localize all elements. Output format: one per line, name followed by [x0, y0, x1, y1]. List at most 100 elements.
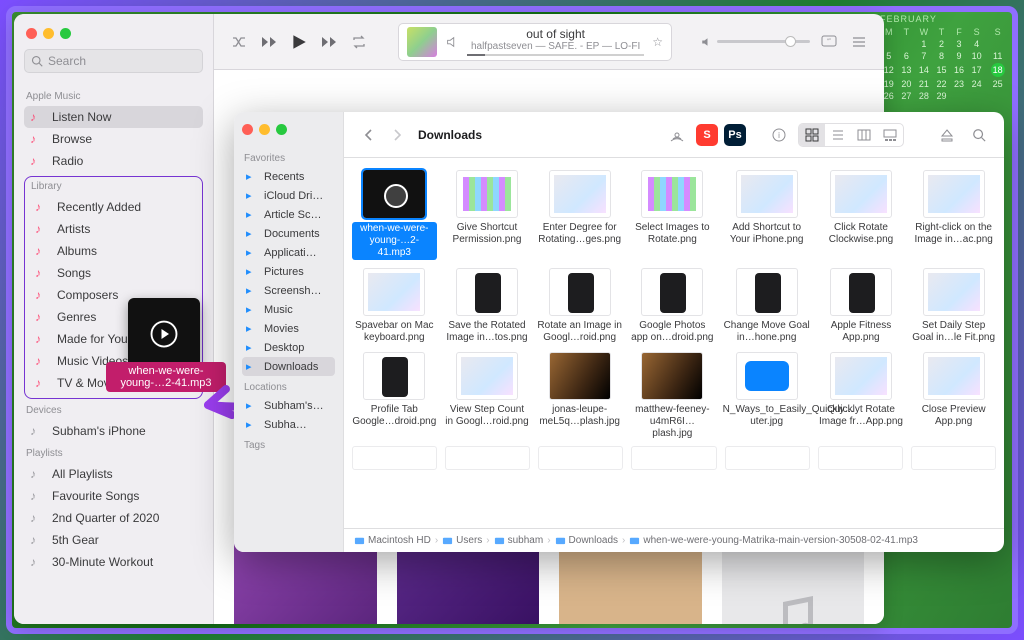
sidebar-item[interactable]: ♪Albums: [29, 240, 198, 262]
file-item[interactable]: Spavebar on Mac keyboard.png: [352, 268, 437, 344]
file-thumbnail: [549, 170, 611, 218]
sidebar-item[interactable]: ♪Artists: [29, 218, 198, 240]
sidebar-icon: ♪: [30, 424, 44, 438]
file-item[interactable]: Apple Fitness App.png: [819, 268, 904, 344]
file-item[interactable]: Click Rotate Clockwise.png: [819, 170, 904, 260]
finder-sidebar-item[interactable]: ▸Subha…: [242, 415, 335, 434]
window-controls[interactable]: [24, 24, 203, 49]
airdrop-button[interactable]: [664, 124, 690, 146]
file-item[interactable]: Give Shortcut Permission.png: [445, 170, 530, 260]
file-item[interactable]: N_Ways_to_Easily_Quickly…uter.jpg: [723, 352, 811, 440]
search-button[interactable]: [966, 124, 992, 146]
sidebar-item[interactable]: ♪Subham's iPhone: [24, 420, 203, 442]
folder-icon: ▸: [246, 341, 258, 354]
sidebar-item[interactable]: ♪Recently Added: [29, 196, 198, 218]
list-view-button[interactable]: [825, 124, 851, 146]
finder-sidebar-item[interactable]: ▸iCloud Dri…: [242, 186, 335, 205]
search-input[interactable]: Search: [24, 49, 203, 73]
file-item[interactable]: Quicklyt Rotate Image fr…App.png: [819, 352, 904, 440]
file-item[interactable]: Enter Degree for Rotating…ges.png: [537, 170, 622, 260]
path-crumb[interactable]: Downloads: [555, 535, 618, 546]
progress-bar[interactable]: [467, 54, 644, 56]
app-icon-ps[interactable]: Ps: [724, 124, 746, 146]
finder-sidebar-item[interactable]: ▸Movies: [242, 319, 335, 338]
file-item[interactable]: Profile Tab Google…droid.png: [352, 352, 437, 440]
finder-sidebar-label: Documents: [264, 228, 320, 240]
minimize-icon[interactable]: [259, 124, 270, 135]
file-name: jonas-leupe-meL5q…plash.jpg: [537, 404, 622, 428]
section-devices: Devices: [26, 405, 201, 416]
file-item[interactable]: Rotate an Image in Googl…roid.png: [537, 268, 622, 344]
column-view-button[interactable]: [851, 124, 877, 146]
now-playing-text: out of sight halfpastseven — SAFE. - EP …: [467, 27, 644, 56]
finder-sidebar-label: Desktop: [264, 342, 304, 354]
file-item[interactable]: Select Images to Rotate.png: [630, 170, 715, 260]
gallery-view-button[interactable]: [877, 124, 903, 146]
svg-text:“”: “”: [827, 39, 831, 45]
file-item[interactable]: Close Preview App.png: [911, 352, 996, 440]
now-playing[interactable]: out of sight halfpastseven — SAFE. - EP …: [398, 23, 672, 61]
file-thumbnail: [830, 170, 892, 218]
path-crumb[interactable]: subham: [494, 535, 544, 546]
file-item[interactable]: Google Photos app on…droid.png: [630, 268, 715, 344]
sidebar-item[interactable]: ♪2nd Quarter of 2020: [24, 507, 203, 529]
file-item[interactable]: Set Daily Step Goal in…le Fit.png: [911, 268, 996, 344]
sidebar-item[interactable]: ♪Browse: [24, 128, 203, 150]
file-item[interactable]: Change Move Goal in…hone.png: [723, 268, 811, 344]
file-item[interactable]: Add Shortcut to Your iPhone.png: [723, 170, 811, 260]
file-item[interactable]: View Step Count in Googl…roid.png: [445, 352, 530, 440]
file-name: Rotate an Image in Googl…roid.png: [537, 320, 622, 344]
app-icon-s[interactable]: S: [696, 124, 718, 146]
file-item[interactable]: Right-click on the Image in…ac.png: [911, 170, 996, 260]
finder-sidebar-item[interactable]: ▸Documents: [242, 224, 335, 243]
path-crumb[interactable]: Macintosh HD: [354, 535, 431, 546]
finder-sidebar-item[interactable]: ▸Applicati…: [242, 243, 335, 262]
eject-button[interactable]: [934, 124, 960, 146]
path-crumb[interactable]: Users: [442, 535, 482, 546]
finder-sidebar-item[interactable]: ▸Music: [242, 300, 335, 319]
finder-sidebar-item[interactable]: ▸Downloads: [242, 357, 335, 376]
sidebar-item[interactable]: ♪Songs: [29, 262, 198, 284]
icon-view-button[interactable]: [799, 124, 825, 146]
sidebar-item[interactable]: ♪5th Gear: [24, 529, 203, 551]
shuffle-button[interactable]: [228, 31, 250, 53]
sidebar-item[interactable]: ♪Favourite Songs: [24, 485, 203, 507]
finder-sidebar-item[interactable]: ▸ Desktop: [242, 338, 335, 357]
sidebar-item[interactable]: ♪All Playlists: [24, 463, 203, 485]
file-item[interactable]: matthew-feeney-u4mR6I…plash.jpg: [630, 352, 715, 440]
file-item[interactable]: Save the Rotated Image in…tos.png: [445, 268, 530, 344]
back-button[interactable]: [356, 123, 380, 147]
file-item[interactable]: jonas-leupe-meL5q…plash.jpg: [537, 352, 622, 440]
forward-button[interactable]: [386, 123, 410, 147]
sidebar-item[interactable]: ♪30-Minute Workout: [24, 551, 203, 573]
minimize-icon[interactable]: [43, 28, 54, 39]
window-controls[interactable]: [242, 122, 335, 147]
finder-sidebar-item[interactable]: ▸Pictures: [242, 262, 335, 281]
repeat-button[interactable]: [348, 31, 370, 53]
next-track-button[interactable]: [318, 31, 340, 53]
info-button[interactable]: i: [766, 124, 792, 146]
sidebar-icon: ♪: [30, 132, 44, 146]
play-button[interactable]: [288, 31, 310, 53]
path-bar[interactable]: Macintosh HD›Users›subham›Downloads›when…: [344, 528, 1004, 552]
finder-body[interactable]: when-we-were-young-…2-41.mp3Give Shortcu…: [344, 158, 1004, 528]
sidebar-item[interactable]: ♪Listen Now: [24, 106, 203, 128]
lyrics-button[interactable]: “”: [818, 31, 840, 53]
prev-track-button[interactable]: [258, 31, 280, 53]
favorite-button[interactable]: ☆: [652, 35, 663, 49]
zoom-icon[interactable]: [276, 124, 287, 135]
close-icon[interactable]: [26, 28, 37, 39]
close-icon[interactable]: [242, 124, 253, 135]
zoom-icon[interactable]: [60, 28, 71, 39]
path-crumb[interactable]: when-we-were-young-Matrika-main-version-…: [629, 535, 918, 546]
finder-sidebar-item[interactable]: ▸Subham's…: [242, 396, 335, 415]
file-item[interactable]: when-we-were-young-…2-41.mp3: [352, 170, 437, 260]
sidebar-icon: ♪: [35, 332, 49, 346]
finder-sidebar-item[interactable]: ▸Screensh…: [242, 281, 335, 300]
finder-sidebar-item[interactable]: ▸Recents: [242, 167, 335, 186]
queue-button[interactable]: [848, 31, 870, 53]
volume-slider[interactable]: [700, 36, 810, 48]
sidebar-item[interactable]: ♪Radio: [24, 150, 203, 172]
sidebar-item-label: Albums: [57, 244, 97, 258]
finder-sidebar-item[interactable]: ▸Article Sc…: [242, 205, 335, 224]
